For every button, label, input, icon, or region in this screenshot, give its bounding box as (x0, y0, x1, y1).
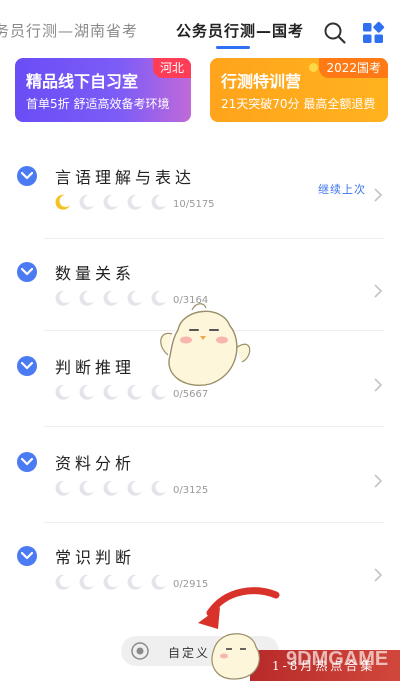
moon-icon (103, 194, 118, 210)
moon-icon (151, 574, 166, 590)
category-title: 资料分析 (55, 454, 136, 473)
record-icon (131, 642, 149, 660)
moon-icon (127, 290, 142, 306)
level-moons (54, 193, 168, 213)
moon-icon (127, 194, 142, 210)
expand-check-icon[interactable] (17, 166, 37, 186)
category-grid-icon[interactable] (361, 21, 385, 45)
dot-icon (309, 63, 318, 72)
moon-icon (127, 480, 142, 496)
progress-count: 10/5175 (173, 199, 215, 210)
category-row[interactable]: 言语理解与表达 10/5175 继续上次 (0, 166, 400, 256)
expand-check-icon[interactable] (17, 262, 37, 282)
level-moons (54, 573, 168, 593)
banner-subtitle: 首单5折 舒适高效备考环境 (26, 97, 170, 111)
moon-icon (103, 290, 118, 306)
tab-national-exam[interactable]: 公务员行测—国考 (176, 20, 304, 41)
category-title: 数量关系 (55, 264, 136, 283)
progress-count: 0/3125 (173, 485, 209, 496)
moon-icon (151, 480, 166, 496)
moon-icon (79, 384, 94, 400)
moon-icon (79, 290, 94, 306)
moon-icon (55, 480, 70, 496)
expand-check-icon[interactable] (17, 452, 37, 472)
divider (44, 522, 384, 523)
training-camp-banner[interactable]: 行测特训营 21天突破70分 最高全额退费 2022国考 (210, 58, 388, 122)
banner-region-tag: 河北 (152, 58, 191, 78)
moon-icon (127, 384, 142, 400)
level-moons (54, 479, 168, 499)
moon-icon (151, 194, 166, 210)
chevron-right-icon[interactable] (373, 474, 383, 488)
mascot-bird-icon (160, 303, 251, 386)
tab-hunan-exam[interactable]: 务员行测—湖南省考 (0, 20, 138, 41)
category-row[interactable]: 资料分析 0/3125 (0, 452, 400, 542)
chevron-right-icon[interactable] (373, 378, 383, 392)
chevron-right-icon[interactable] (373, 568, 383, 582)
moon-icon (103, 384, 118, 400)
moon-icon (103, 574, 118, 590)
moon-icon (55, 574, 70, 590)
category-title: 言语理解与表达 (55, 168, 196, 187)
expand-check-icon[interactable] (17, 356, 37, 376)
banner-exam-tag: 2022国考 (319, 58, 388, 78)
banner-subtitle: 21天突破70分 最高全额退费 (221, 97, 376, 111)
continue-last-link[interactable]: 继续上次 (318, 181, 366, 197)
chevron-right-icon[interactable] (373, 284, 383, 298)
top-tab-bar: 务员行测—湖南省考 公务员行测—国考 (0, 0, 400, 50)
moon-icon (55, 384, 70, 400)
moon-icon (55, 290, 70, 306)
banner-title: 精品线下自习室 (26, 72, 139, 91)
divider (44, 238, 384, 239)
moon-icon (103, 480, 118, 496)
moon-icon (79, 194, 94, 210)
moon-icon (79, 574, 94, 590)
moon-icon (127, 574, 142, 590)
category-title: 判断推理 (55, 358, 136, 377)
progress-count: 0/5667 (173, 389, 209, 400)
moon-icon (79, 480, 94, 496)
study-room-banner[interactable]: 精品线下自习室 首单5折 舒适高效备考环境 河北 (15, 58, 191, 122)
banner-title: 行测特训营 (221, 72, 302, 91)
expand-check-icon[interactable] (17, 546, 37, 566)
search-icon[interactable] (323, 21, 347, 45)
watermark-bird-icon (211, 633, 260, 680)
active-tab-indicator (216, 46, 250, 49)
category-title: 常识判断 (55, 548, 136, 567)
chevron-right-icon[interactable] (373, 188, 383, 202)
watermark-text: 9DMGAME (286, 648, 389, 670)
moon-icon (55, 194, 70, 210)
divider (44, 426, 384, 427)
